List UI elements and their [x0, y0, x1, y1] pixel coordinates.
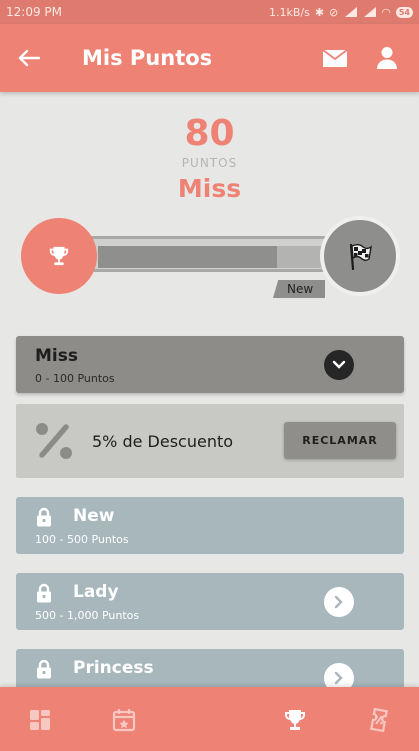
messages-button[interactable]: [315, 38, 355, 78]
lock-icon: [37, 583, 51, 603]
collapse-button[interactable]: [324, 350, 354, 380]
profile-button[interactable]: [367, 38, 407, 78]
mail-icon: [322, 48, 348, 67]
lock-icon: [37, 659, 51, 679]
checkered-flag-icon: [349, 243, 372, 270]
next-level-tag: New: [273, 280, 325, 298]
level-name: New: [73, 506, 115, 526]
status-icons: 1.1kB/s ✱ ⊘ ◠ 54: [269, 6, 413, 19]
progress-fill: [98, 246, 278, 268]
chevron-right-icon: [334, 595, 343, 609]
wifi-icon: ◠: [381, 5, 391, 19]
chevron-down-icon: [332, 360, 346, 369]
lock-icon: [37, 507, 51, 527]
trophy-icon: [285, 710, 305, 730]
next-level-badge: [320, 216, 400, 296]
level-card-1[interactable]: Lady 500 - 1,000 Puntos: [16, 573, 404, 630]
alarm-off-icon: ⊘: [329, 5, 339, 19]
dashboard-icon: [30, 710, 50, 730]
person-icon: [377, 47, 397, 69]
page-title: Mis Puntos: [82, 46, 213, 70]
level-name: Lady: [73, 582, 119, 602]
level-progress-bar: [90, 236, 330, 272]
status-bar: 12:09 PM 1.1kB/s ✱ ⊘ ◠ 54: [0, 0, 419, 24]
nav-dashboard[interactable]: [27, 707, 53, 733]
back-button[interactable]: [0, 24, 58, 92]
battery-icon: 54: [395, 6, 413, 18]
nav-points[interactable]: [282, 707, 308, 733]
signal-icon: [343, 7, 358, 17]
reward-card: 5% de Descuento RECLAMAR: [16, 404, 404, 478]
reward-text: 5% de Descuento: [92, 432, 234, 451]
signal-icon-2: [362, 7, 377, 17]
trophy-icon: [49, 246, 69, 266]
coupon-icon: [370, 708, 388, 732]
status-time: 12:09 PM: [6, 5, 62, 19]
points-summary: 80 PUNTOS Miss: [0, 112, 419, 206]
points-unit: PUNTOS: [181, 156, 238, 170]
progress-track: [98, 246, 322, 268]
level-name: Princess: [73, 658, 154, 678]
points-value: 80: [184, 113, 235, 154]
network-speed: 1.1kB/s: [268, 5, 310, 19]
level-range: 100 - 500 Puntos: [35, 533, 129, 546]
claim-button[interactable]: RECLAMAR: [284, 422, 396, 459]
nav-calendar[interactable]: [111, 707, 137, 733]
current-level-name: Miss: [177, 174, 242, 203]
nav-coupons[interactable]: [366, 707, 392, 733]
back-arrow-icon: [18, 49, 40, 67]
level-range: 500 - 1,000 Puntos: [35, 609, 140, 622]
current-level-range: 0 - 100 Puntos: [35, 372, 115, 385]
bottom-navigation: [0, 687, 419, 751]
next-level-label: New: [287, 282, 314, 296]
level-details-button[interactable]: [324, 587, 354, 617]
app-bar: Mis Puntos: [0, 24, 419, 92]
chevron-right-icon: [334, 671, 343, 685]
current-level-badge: [21, 218, 97, 294]
current-level-card[interactable]: Miss 0 - 100 Puntos: [16, 336, 404, 393]
current-level-title: Miss: [35, 346, 78, 366]
bluetooth-icon: ✱: [314, 5, 325, 19]
level-card-0[interactable]: New 100 - 500 Puntos: [16, 497, 404, 554]
percent-icon: [36, 423, 72, 459]
calendar-icon: [112, 709, 136, 732]
